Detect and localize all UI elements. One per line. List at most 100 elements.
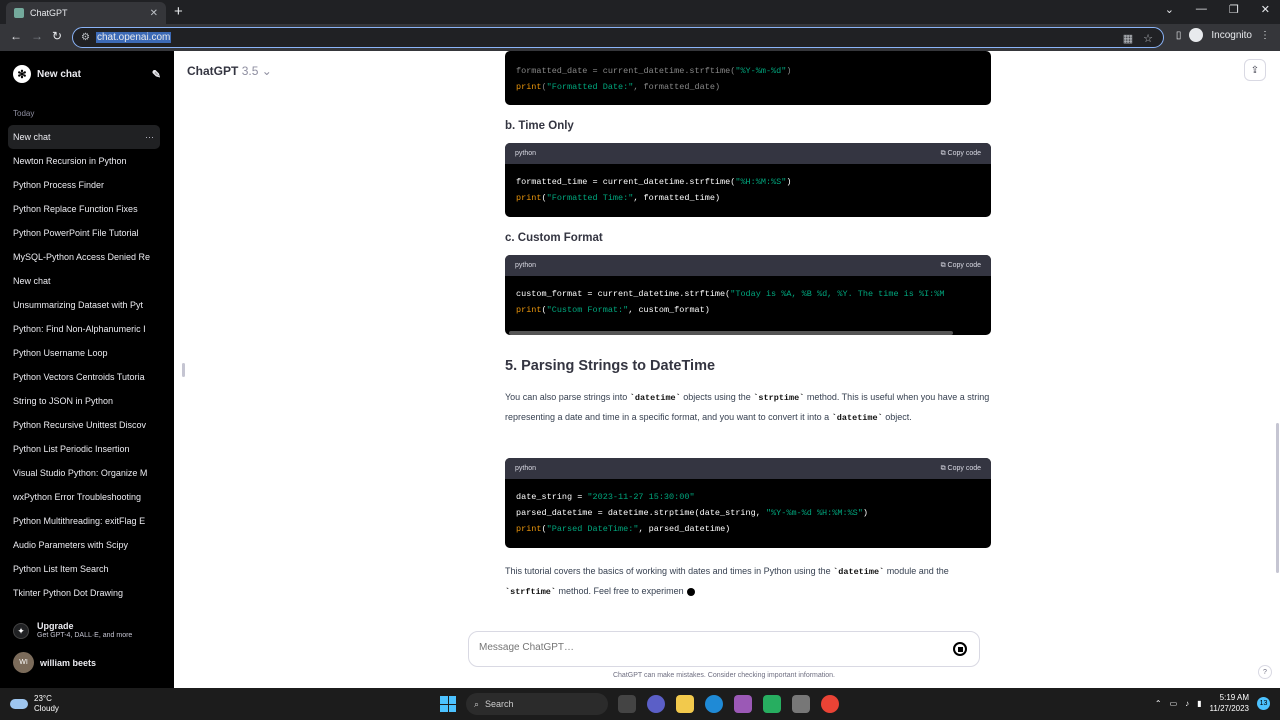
history-item[interactable]: MySQL-Python Access Denied Re [8, 245, 160, 269]
browser-toolbar: ← → ↻ ⚙ chat.openai.com ▦ ☆ ▯ Incognito … [0, 24, 1280, 51]
upgrade-button[interactable]: ✦ Upgrade Get GPT-4, DALL·E, and more [13, 621, 132, 639]
history-item[interactable]: Python List Periodic Insertion [8, 437, 160, 461]
chrome-browser-icon[interactable] [821, 695, 839, 713]
browser-tab-bar: ChatGPT ✕ + ⌄ — ❐ ✕ [0, 0, 1280, 24]
history-item[interactable]: Python List Item Search [8, 557, 160, 581]
code-header: python ⧉ Copy code [505, 143, 991, 164]
chat-app-icon[interactable] [647, 695, 665, 713]
model-selector[interactable]: ChatGPT 3.5 ⌄ [187, 64, 272, 78]
menu-kebab-icon[interactable]: ⋮ [1260, 30, 1270, 41]
copy-code-button[interactable]: ⧉ Copy code [941, 150, 981, 158]
history-item[interactable]: New chat [8, 269, 160, 293]
app-icon[interactable] [792, 695, 810, 713]
disclaimer: ChatGPT can make mistakes. Consider chec… [612, 672, 836, 679]
page-scrollbar[interactable] [1276, 423, 1279, 573]
clock-time: 5:19 AM [1219, 693, 1249, 702]
code-content: custom_format = current_datetime.strftim… [516, 289, 945, 315]
battery-icon[interactable]: ▮ [1197, 699, 1201, 708]
code-block: formatted_date = current_datetime.strfti… [505, 51, 991, 105]
more-options-icon[interactable]: ··· [145, 125, 154, 149]
paragraph: You can also parse strings into `datetim… [505, 392, 990, 423]
profile-label[interactable]: Incognito [1211, 30, 1252, 41]
side-panel-icon[interactable]: ▯ [1176, 30, 1182, 41]
url-text[interactable]: chat.openai.com [95, 32, 172, 43]
new-tab-plus-icon[interactable]: + [174, 3, 183, 20]
taskbar-search[interactable]: ⌕ Search [466, 693, 608, 715]
history-item[interactable]: String to JSON in Python [8, 389, 160, 413]
share-icon[interactable]: ⇪ [1244, 59, 1266, 81]
history-item[interactable]: Python Process Finder [8, 173, 160, 197]
sidebar: ✻ New chat ✎ Today New chat ··· Newton Re… [0, 51, 174, 688]
user-name: william beets [40, 657, 97, 668]
toolbar-right: ▯ Incognito ⋮ [1176, 28, 1270, 42]
sidebar-collapse-handle[interactable] [182, 363, 185, 377]
app-icon[interactable] [734, 695, 752, 713]
network-icon[interactable]: ▭ [1170, 699, 1178, 708]
edge-browser-icon[interactable] [705, 695, 723, 713]
message-input[interactable] [479, 642, 939, 653]
copy-code-button[interactable]: ⧉ Copy code [941, 262, 981, 270]
compose-icon[interactable]: ✎ [152, 68, 161, 81]
sparkle-icon: ✦ [13, 623, 29, 639]
history-item[interactable]: New chat ··· [8, 125, 160, 149]
bookmark-star-icon[interactable]: ☆ [1143, 32, 1153, 45]
code-header: python ⧉ Copy code [505, 255, 991, 276]
weather-widget[interactable]: 23°C Cloudy [10, 694, 59, 714]
new-chat-button[interactable]: ✻ New chat ✎ [13, 65, 161, 83]
close-window-icon[interactable]: ✕ [1261, 3, 1270, 16]
back-arrow-icon[interactable]: ← [10, 29, 22, 43]
site-info-icon[interactable]: ⚙ [81, 32, 90, 43]
chevron-up-icon[interactable]: ⌃ [1155, 699, 1162, 708]
history-item[interactable]: Python: Find Non-Alphanumeric I [8, 317, 160, 341]
new-chat-label: New chat [37, 68, 81, 80]
restore-icon[interactable]: ❐ [1229, 3, 1239, 16]
address-bar[interactable]: ⚙ chat.openai.com ▦ ☆ [72, 27, 1164, 48]
section-heading: c. Custom Format [505, 232, 603, 244]
history-item[interactable]: Newton Recursion in Python [8, 149, 160, 173]
stop-generating-button[interactable] [953, 642, 967, 656]
clock[interactable]: 5:19 AM 11/27/2023 [1210, 692, 1249, 714]
temperature: 23°C [34, 694, 52, 703]
history-item[interactable]: Python Multithreading: exitFlag E [8, 509, 160, 533]
history-item[interactable]: Python PowerPoint File Tutorial [8, 221, 160, 245]
code-horizontal-scrollbar[interactable] [509, 331, 953, 335]
reload-icon[interactable]: ↻ [52, 29, 62, 43]
minimize-icon[interactable]: — [1196, 3, 1207, 16]
user-menu[interactable]: WI william beets [13, 652, 96, 673]
section-heading: b. Time Only [505, 120, 574, 132]
history-item[interactable]: Python Recursive Unittest Discov [8, 413, 160, 437]
help-icon[interactable]: ? [1258, 665, 1272, 679]
chatgpt-favicon-icon [14, 8, 24, 18]
forward-arrow-icon[interactable]: → [31, 29, 43, 43]
code-language: python [515, 150, 537, 157]
history-item[interactable]: wxPython Error Troubleshooting [8, 485, 160, 509]
history-item[interactable]: Python Replace Function Fixes [8, 197, 160, 221]
volume-icon[interactable]: ♪ [1185, 699, 1189, 708]
chevron-down-icon[interactable]: ⌄ [1165, 3, 1174, 16]
copy-code-button[interactable]: ⧉ Copy code [941, 465, 981, 473]
history-item[interactable]: Python Username Loop [8, 341, 160, 365]
qr-code-icon[interactable]: ▦ [1123, 32, 1133, 45]
start-button[interactable] [440, 696, 456, 712]
tab-close-icon[interactable]: ✕ [150, 8, 158, 19]
code-header: python ⧉ Copy code [505, 458, 991, 479]
task-view-icon[interactable] [618, 695, 636, 713]
notification-badge[interactable]: 13 [1257, 696, 1270, 710]
chat-history-list: New chat ··· Newton Recursion in Python P… [8, 125, 160, 605]
history-item[interactable]: Unsummarizing Dataset with Pyt [8, 293, 160, 317]
upgrade-title: Upgrade [37, 621, 74, 631]
model-name: ChatGPT [187, 64, 239, 78]
history-item[interactable]: Visual Studio Python: Organize M [8, 461, 160, 485]
history-item[interactable]: Tkinter Python Dot Drawing [8, 581, 160, 605]
omnibox-actions: ▦ ☆ [1123, 32, 1153, 45]
history-item[interactable]: Python Vectors Centroids Tutoria [8, 365, 160, 389]
history-section-label: Today [13, 109, 35, 118]
app-icon[interactable] [763, 695, 781, 713]
code-content: date_string = "2023-11-27 15:30:00" pars… [516, 492, 868, 534]
history-item[interactable]: Audio Parameters with Scipy [8, 533, 160, 557]
incognito-icon[interactable] [1189, 28, 1204, 42]
search-icon: ⌕ [474, 698, 480, 709]
browser-tab[interactable]: ChatGPT ✕ [6, 2, 166, 24]
openai-logo-icon: ✻ [13, 65, 31, 83]
file-explorer-icon[interactable] [676, 695, 694, 713]
